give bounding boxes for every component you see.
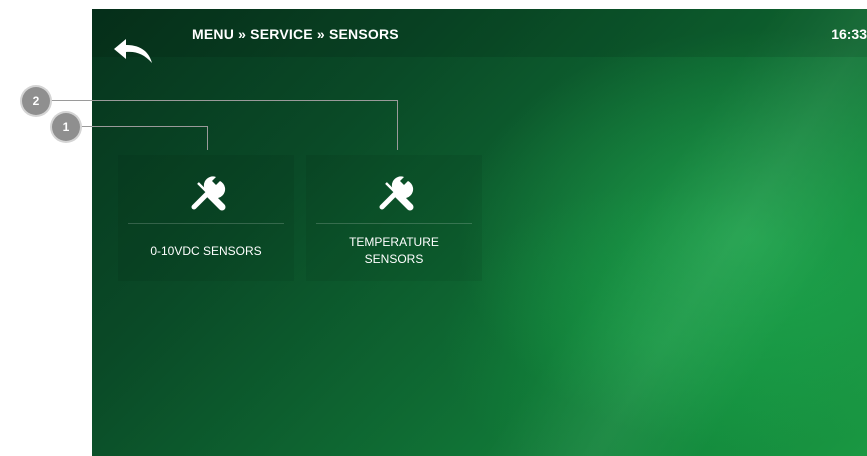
callout-1-drop — [207, 126, 208, 150]
callout-badge-1: 1 — [52, 113, 80, 141]
callout-badge-2: 2 — [22, 87, 50, 115]
tools-icon — [191, 176, 226, 211]
breadcrumb: MENU » SERVICE » SENSORS — [192, 26, 399, 42]
tile-divider — [316, 223, 472, 224]
callout-2-line — [46, 100, 398, 101]
tile-divider — [128, 223, 284, 224]
back-button[interactable] — [92, 9, 172, 89]
tile-0-10vdc-sensors[interactable]: 0-10VDC SENSORS — [118, 155, 294, 281]
back-arrow-icon — [114, 39, 152, 63]
tile-temperature-sensors[interactable]: TEMPERATURE SENSORS — [306, 155, 482, 281]
clock-time: 16:33 — [831, 26, 867, 42]
callout-2-drop — [397, 100, 398, 150]
tools-icon — [379, 176, 414, 211]
tile-label: 0-10VDC SENSORS — [150, 243, 262, 258]
page: MENU » SERVICE » SENSORS 16:33 0-10VDC S… — [0, 0, 867, 456]
device-screen: MENU » SERVICE » SENSORS 16:33 0-10VDC S… — [92, 9, 867, 456]
callout-1-line — [76, 126, 208, 127]
tile-label: TEMPERATURE SENSORS — [349, 235, 439, 266]
